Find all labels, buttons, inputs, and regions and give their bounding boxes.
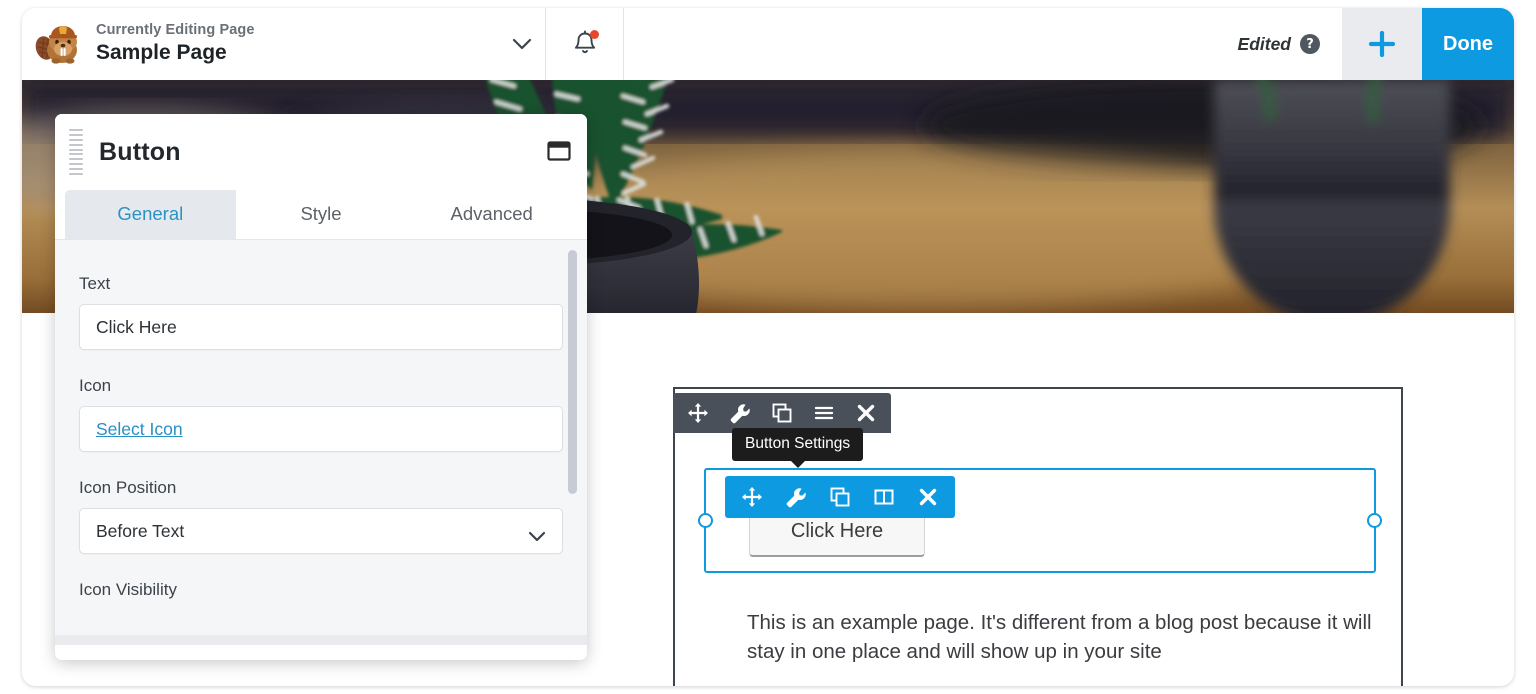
close-icon[interactable] bbox=[847, 394, 885, 432]
edited-status: Edited ? bbox=[1238, 8, 1342, 80]
move-icon[interactable] bbox=[679, 394, 717, 432]
done-button[interactable]: Done bbox=[1422, 8, 1514, 80]
field-icon-position: Icon Position Before Text bbox=[79, 478, 563, 554]
columns-icon[interactable] bbox=[865, 478, 903, 516]
edited-label: Edited bbox=[1237, 33, 1291, 54]
beaver-logo-icon bbox=[32, 18, 84, 70]
add-content-button[interactable] bbox=[1342, 8, 1422, 80]
topbar-page-info: Currently Editing Page Sample Page bbox=[22, 8, 546, 80]
currently-editing-label: Currently Editing Page bbox=[96, 22, 255, 39]
resize-handle-left[interactable] bbox=[698, 513, 713, 528]
restore-window-icon[interactable] bbox=[547, 140, 571, 162]
panel-title: Button bbox=[99, 137, 181, 166]
tab-advanced[interactable]: Advanced bbox=[406, 190, 577, 239]
field-text: Text Click Here bbox=[79, 274, 563, 350]
row-toolbar[interactable] bbox=[673, 393, 891, 433]
help-circle-icon[interactable]: ? bbox=[1300, 34, 1320, 54]
duplicate-icon[interactable] bbox=[821, 478, 859, 516]
field-label-text: Text bbox=[79, 274, 111, 293]
drag-grip-icon[interactable] bbox=[69, 129, 83, 175]
field-icon: Icon Select Icon bbox=[79, 376, 563, 452]
plus-icon bbox=[1368, 30, 1396, 58]
topbar-titles: Currently Editing Page Sample Page bbox=[96, 21, 499, 66]
field-icon-visibility: Icon Visibility bbox=[79, 580, 563, 600]
builder-topbar: Currently Editing Page Sample Page Edite… bbox=[22, 8, 1514, 80]
hamburger-icon[interactable] bbox=[805, 394, 843, 432]
page-title: Sample Page bbox=[96, 41, 227, 65]
close-icon[interactable] bbox=[909, 478, 947, 516]
tab-general[interactable]: General bbox=[65, 190, 236, 239]
icon-position-value: Before Text bbox=[96, 520, 185, 541]
field-label-icon: Icon bbox=[79, 376, 112, 395]
wrench-icon[interactable] bbox=[721, 394, 759, 432]
app-root: Currently Editing Page Sample Page Edite… bbox=[0, 0, 1536, 694]
resize-handle-right[interactable] bbox=[1367, 513, 1382, 528]
panel-header: Button bbox=[55, 114, 587, 190]
panel-scrollbar-thumb[interactable] bbox=[568, 250, 577, 494]
icon-position-select[interactable]: Before Text bbox=[79, 508, 563, 554]
body-paragraph: This is an example page. It's different … bbox=[747, 611, 1372, 664]
tab-style[interactable]: Style bbox=[235, 190, 407, 239]
chevron-down-icon bbox=[528, 526, 546, 547]
panel-body: Text Click Here Icon Select Icon Icon Po… bbox=[55, 239, 587, 645]
icon-picker-field[interactable]: Select Icon bbox=[79, 406, 563, 452]
select-icon-link[interactable]: Select Icon bbox=[96, 419, 183, 440]
field-label-icon-visibility: Icon Visibility bbox=[79, 580, 177, 599]
button-settings-tooltip: Button Settings bbox=[732, 428, 864, 468]
module-settings-panel: Button General Style Advanced Text Click… bbox=[55, 114, 587, 660]
module-toolbar[interactable] bbox=[725, 476, 955, 518]
wrench-icon[interactable] bbox=[777, 478, 815, 516]
panel-tabs: General Style Advanced bbox=[65, 190, 577, 239]
notifications-button[interactable] bbox=[546, 8, 624, 80]
duplicate-icon[interactable] bbox=[763, 394, 801, 432]
panel-bottom-edge bbox=[55, 635, 587, 645]
field-label-icon-position: Icon Position bbox=[79, 478, 177, 497]
notification-badge-dot bbox=[590, 30, 599, 39]
page-menu-chevron-down-icon[interactable] bbox=[499, 37, 545, 51]
move-icon[interactable] bbox=[733, 478, 771, 516]
button-text-input[interactable]: Click Here bbox=[79, 304, 563, 350]
